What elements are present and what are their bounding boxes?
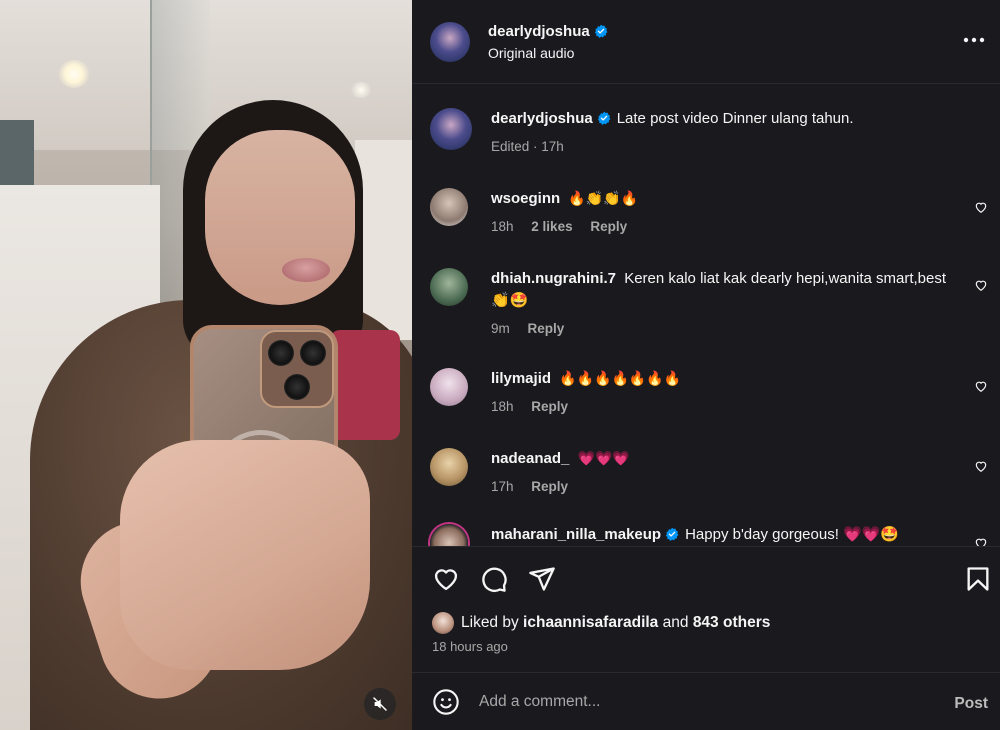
verified-badge-icon [665, 527, 679, 541]
comment-time: 18h [491, 219, 514, 234]
comment-input[interactable] [479, 692, 919, 711]
post-header: dearlydjoshua Original audio [412, 0, 1000, 84]
video-lens [300, 340, 326, 366]
comment-text: 🔥🔥🔥🔥🔥🔥🔥 [559, 371, 682, 387]
reply-button[interactable]: Reply [528, 321, 565, 336]
caption-username[interactable]: dearlydjoshua [491, 110, 593, 127]
like-comment-heart-icon[interactable] [974, 200, 988, 214]
comment-bubble-icon[interactable] [480, 565, 508, 593]
like-comment-heart-icon[interactable] [974, 379, 988, 393]
avatar[interactable] [432, 612, 454, 634]
comment-time: 18h [491, 399, 514, 414]
video-phone-camera [260, 330, 334, 408]
caption-meta: Edited · 17h [491, 139, 564, 154]
verified-badge-icon [597, 111, 611, 125]
comment-username[interactable]: maharani_nilla_makeup [491, 526, 661, 543]
video-wall [355, 140, 412, 340]
reply-button[interactable]: Reply [531, 479, 568, 494]
comment-composer: Post [412, 672, 1000, 730]
video-ceiling-light [58, 60, 90, 88]
avatar[interactable] [430, 108, 472, 150]
more-horizontal-icon [963, 37, 985, 43]
header-username[interactable]: dearlydjoshua [488, 23, 590, 40]
comments-list[interactable]: dearlydjoshua Late post video Dinner ulan… [412, 84, 1000, 546]
comment-item: maharani_nilla_makeup Happy b'day gorgeou… [430, 524, 996, 546]
comment-username[interactable]: nadeanad_ [491, 450, 569, 467]
post-side-panel: dearlydjoshua Original audio dearlydjosh… [412, 0, 1000, 730]
post-comment-button[interactable]: Post [954, 695, 988, 713]
video-ceiling-light [350, 82, 372, 98]
audio-label[interactable]: Original audio [488, 45, 608, 61]
share-paper-plane-icon[interactable] [528, 565, 556, 593]
comment-username[interactable]: dhiah.nugrahini.7 [491, 270, 616, 287]
comment-text: 🔥👏👏🔥 [568, 191, 639, 207]
likes-summary: Liked by ichaannisafaradila and 843 othe… [432, 612, 770, 634]
verified-badge-icon [594, 24, 608, 38]
avatar[interactable] [430, 448, 468, 486]
video-lens [268, 340, 294, 366]
caption-text: Late post video Dinner ulang tahun. [616, 110, 854, 127]
comment-item: lilymajid 🔥🔥🔥🔥🔥🔥🔥 18h Reply [430, 368, 996, 418]
avatar-story-ring[interactable] [430, 524, 468, 546]
comment-text: Happy b'day gorgeous! 💗💗🤩 [685, 526, 900, 543]
like-comment-heart-icon[interactable] [974, 459, 988, 473]
emoji-smile-icon[interactable] [432, 688, 460, 716]
post-timestamp[interactable]: 18 hours ago [432, 639, 508, 654]
avatar[interactable] [430, 268, 468, 306]
mute-button[interactable] [364, 688, 396, 720]
avatar[interactable] [430, 368, 468, 406]
video-shirt [330, 330, 400, 440]
comment-username[interactable]: lilymajid [491, 370, 551, 387]
post-actions-bar [412, 546, 1000, 606]
likes-prefix: Liked by [461, 614, 519, 631]
reel-video[interactable] [0, 0, 412, 730]
video-hand [120, 440, 370, 670]
like-heart-icon[interactable] [432, 565, 460, 593]
comment-time: 17h [491, 479, 514, 494]
caption: dearlydjoshua Late post video Dinner ulan… [430, 108, 996, 158]
more-options-button[interactable] [962, 28, 986, 52]
video-face [205, 130, 355, 305]
comment-text: 💗💗💗 [577, 451, 630, 467]
liker-username[interactable]: ichaannisafaradila [523, 614, 658, 632]
comment-item: wsoeginn 🔥👏👏🔥 18h 2 likes Reply [430, 188, 996, 238]
video-lips [282, 258, 330, 282]
comment-item: nadeanad_ 💗💗💗 17h Reply [430, 448, 996, 498]
likes-middle: and [662, 614, 689, 631]
comment-time: 9m [491, 321, 510, 336]
like-comment-heart-icon[interactable] [974, 278, 988, 292]
avatar[interactable] [430, 188, 468, 226]
like-comment-heart-icon[interactable] [974, 536, 988, 546]
likes-others-link[interactable]: 843 others [693, 614, 771, 632]
comment-username[interactable]: wsoeginn [491, 190, 560, 207]
reply-button[interactable]: Reply [590, 219, 627, 234]
video-wall-tile [0, 120, 34, 190]
avatar[interactable] [430, 21, 470, 62]
comment-item: dhiah.nugrahini.7 Keren kalo liat kak de… [430, 268, 996, 340]
reply-button[interactable]: Reply [531, 399, 568, 414]
save-bookmark-icon[interactable] [964, 565, 992, 593]
speaker-muted-icon [373, 697, 387, 711]
comment-likes-link[interactable]: 2 likes [531, 219, 572, 234]
video-lens [284, 374, 310, 400]
